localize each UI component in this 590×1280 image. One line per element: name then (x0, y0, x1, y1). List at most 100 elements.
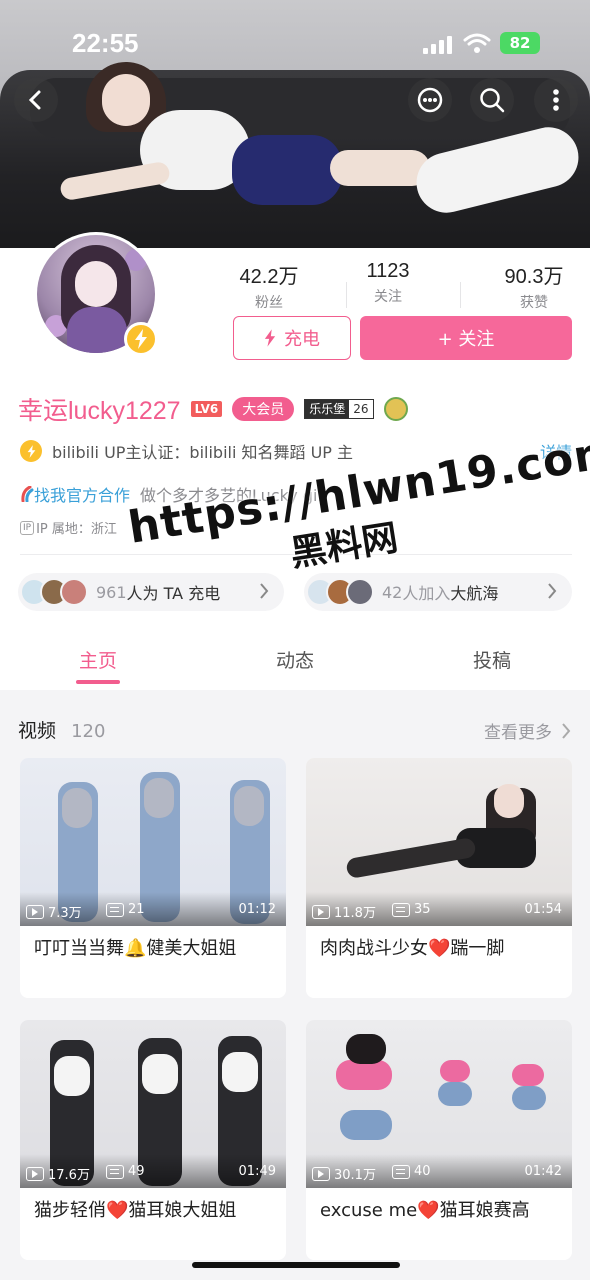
chat-bubble-icon (417, 87, 443, 113)
stat-likes-value: 90.3万 (504, 266, 564, 288)
chevron-right-icon (562, 722, 571, 739)
supporter-avatar (60, 578, 88, 606)
stat-fans[interactable]: 42.2万 粉丝 (214, 260, 324, 312)
danmaku-icon (392, 902, 410, 917)
profile-tabs: 主页 动态 投稿 (0, 628, 590, 690)
play-count-icon (26, 904, 44, 919)
more-vertical-icon (553, 89, 559, 111)
play-count: 17.6万 (48, 1168, 90, 1183)
charge-button[interactable]: 充电 (233, 316, 351, 360)
guard-members-text: 大航海 (450, 584, 499, 603)
charge-supporters-count: 961 (96, 582, 127, 602)
danmaku-count: 40 (414, 1164, 431, 1179)
play-count: 30.1万 (334, 1168, 376, 1183)
back-arrow-icon (28, 90, 41, 110)
official-cooperation-link[interactable]: 找我官方合作 (34, 482, 130, 506)
guard-members-pill[interactable]: 42 人加入 大航海 (304, 573, 572, 611)
charge-supporters-pill[interactable]: 961 人为 TA 充电 (18, 573, 284, 611)
home-indicator (192, 1262, 400, 1268)
profile-page: 22:55 82 42.2万 粉丝 1123 关注 90.3万 获赞 充电 + … (0, 0, 590, 1280)
videos-count: 120 (71, 721, 106, 742)
charge-bolt-icon (124, 322, 158, 356)
bolt-icon (264, 329, 276, 347)
follow-button[interactable]: + 关注 (360, 316, 572, 360)
stat-following-label: 关注 (374, 289, 402, 305)
stat-fans-label: 粉丝 (255, 295, 283, 311)
video-duration: 01:12 (238, 902, 276, 917)
tab-dynamics[interactable]: 动态 (235, 646, 355, 673)
play-count-icon (26, 1166, 44, 1181)
certification-text: bilibili UP主认证：bilibili 知名舞蹈 UP 主 (52, 443, 354, 462)
back-button[interactable] (14, 78, 58, 122)
profile-header: 42.2万 粉丝 1123 关注 90.3万 获赞 充电 + 关注 幸运luck… (0, 232, 590, 628)
signal-icon (423, 34, 453, 54)
video-thumbnail: 11.8万 35 01:54 (306, 758, 572, 926)
message-button[interactable] (408, 78, 452, 122)
play-count: 11.8万 (334, 906, 376, 921)
guard-members-count: 42 (382, 582, 403, 602)
video-thumbnail: 17.6万 49 01:49 (20, 1020, 286, 1188)
bilibili-cooperation-icon (21, 486, 34, 502)
play-count-icon (312, 1166, 330, 1181)
stat-likes[interactable]: 90.3万 获赞 (479, 260, 589, 312)
stat-fans-value: 42.2万 (239, 266, 299, 288)
fan-medal-level: 26 (349, 400, 373, 418)
battery-icon: 82 (500, 32, 540, 54)
certification-detail-link[interactable]: 详情 (540, 439, 572, 463)
ip-location: IP IP 属地：浙江 (20, 518, 117, 537)
charge-button-label: 充电 (284, 329, 320, 350)
danmaku-icon (106, 1164, 124, 1179)
search-button[interactable] (470, 78, 514, 122)
video-card[interactable]: 7.3万 21 01:12 叮叮当当舞🔔健美大姐姐 (20, 758, 286, 998)
video-card[interactable]: 11.8万 35 01:54 肉肉战斗少女❤️踹一脚 (306, 758, 572, 998)
play-count: 7.3万 (48, 906, 82, 921)
video-card[interactable]: 30.1万 40 01:42 excuse me❤️猫耳娘赛高 (306, 1020, 572, 1260)
certification-row: bilibili UP主认证：bilibili 知名舞蹈 UP 主 详情 (20, 438, 572, 464)
chevron-right-icon (260, 583, 269, 599)
fan-medal-badge[interactable]: 乐乐堡 26 (304, 399, 374, 419)
video-thumbnail: 30.1万 40 01:42 (306, 1020, 572, 1188)
videos-section-title: 视频 (18, 720, 57, 742)
tab-uploads[interactable]: 投稿 (432, 646, 552, 673)
danmaku-count: 21 (128, 902, 145, 917)
stat-following-value: 1123 (366, 260, 410, 282)
video-duration: 01:49 (238, 1164, 276, 1179)
guard-avatar (346, 578, 374, 606)
profile-banner-image: 22:55 82 (0, 0, 590, 248)
tab-home[interactable]: 主页 (38, 646, 158, 673)
ip-location-text: IP 属地：浙江 (36, 522, 117, 537)
status-time: 22:55 (72, 28, 139, 58)
video-thumbnail: 7.3万 21 01:12 (20, 758, 286, 926)
ip-tag-icon: IP (20, 520, 35, 535)
stat-following[interactable]: 1123 关注 (333, 260, 443, 306)
stat-likes-label: 获赞 (520, 295, 548, 311)
status-bar: 22:55 82 (0, 0, 590, 82)
achievement-medal-icon[interactable] (383, 397, 408, 421)
view-more-label: 查看更多 (484, 723, 552, 743)
active-tab-indicator (76, 680, 120, 684)
level-badge: LV6 (190, 401, 223, 417)
vip-badge[interactable]: 大会员 (232, 397, 295, 421)
bio-row: 找我官方合作 做个多才多艺的Lucky girl (20, 482, 328, 506)
danmaku-icon (392, 1164, 410, 1179)
bio-text: 做个多才多艺的Lucky girl (140, 486, 329, 505)
certification-bolt-icon (20, 440, 42, 462)
username: 幸运lucky1227 (18, 397, 181, 425)
follow-button-label: + 关注 (437, 329, 495, 350)
video-card[interactable]: 17.6万 49 01:49 猫步轻俏❤️猫耳娘大姐姐 (20, 1020, 286, 1260)
play-count-icon (312, 904, 330, 919)
username-row: 幸运lucky1227 LV6 大会员 乐乐堡 26 (18, 392, 408, 426)
danmaku-count: 49 (128, 1164, 145, 1179)
danmaku-icon (106, 902, 124, 917)
search-icon (480, 88, 505, 113)
chevron-right-icon (548, 583, 557, 599)
more-button[interactable] (534, 78, 578, 122)
stats-row: 42.2万 粉丝 1123 关注 90.3万 获赞 (222, 260, 582, 320)
video-title: 猫步轻俏❤️猫耳娘大姐姐 (34, 1200, 237, 1221)
fan-medal-name: 乐乐堡 (305, 400, 350, 418)
danmaku-count: 35 (414, 902, 431, 917)
videos-section-header: 视频 120 查看更多 (18, 716, 572, 746)
view-more-link[interactable]: 查看更多 (484, 718, 572, 743)
charge-supporters-text: 人为 TA 充电 (126, 584, 221, 603)
video-duration: 01:42 (524, 1164, 562, 1179)
